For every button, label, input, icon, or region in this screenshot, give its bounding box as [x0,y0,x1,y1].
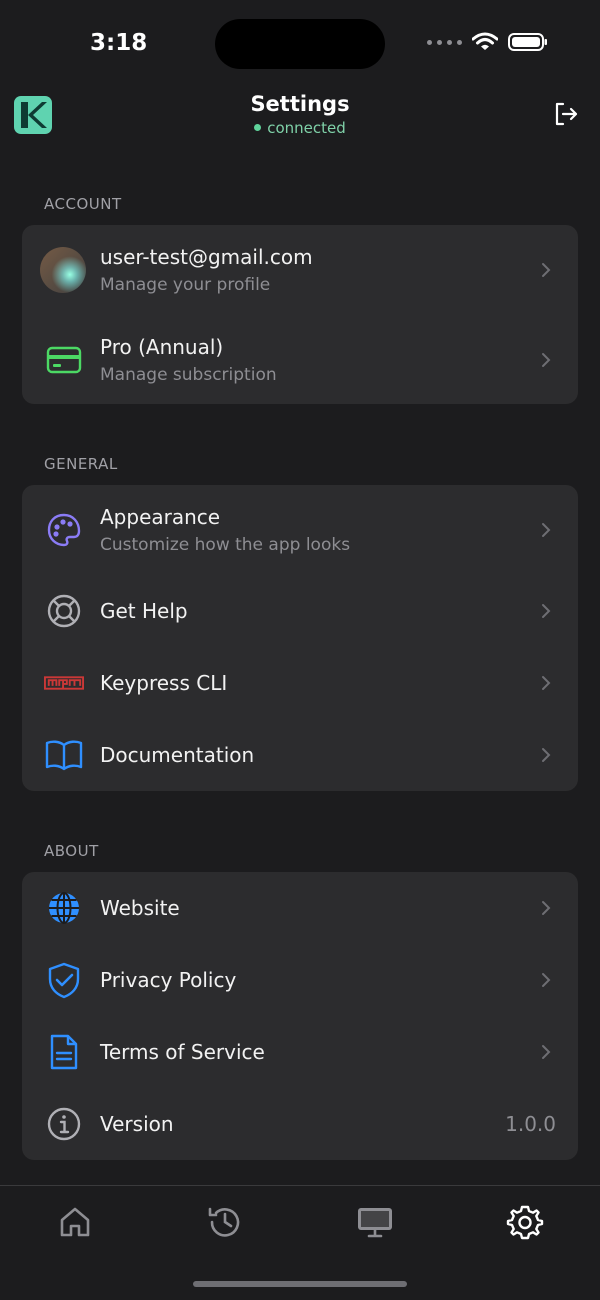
wifi-icon [472,32,498,50]
history-icon[interactable] [205,1202,245,1242]
get-help-row[interactable]: Get Help [22,575,578,647]
account-card: user-test@gmail.com Manage your profile … [22,225,578,404]
version-title: Version [100,1112,174,1136]
avatar [40,247,86,293]
subscription-subtitle: Manage subscription [100,365,277,385]
connection-status: connected [254,119,346,137]
privacy-policy-row[interactable]: Privacy Policy [22,944,578,1016]
globe-icon [44,888,84,928]
home-indicator [193,1281,407,1287]
info-icon [44,1104,84,1144]
keypress-cli-row[interactable]: Keypress CLI [22,647,578,719]
chevron-right-icon [542,901,551,915]
connection-status-label: connected [267,118,346,137]
about-card: Website Privacy Policy Terms of Service … [22,872,578,1160]
signal-icon [427,39,462,45]
logout-icon[interactable] [552,100,580,128]
documentation-title: Documentation [100,743,255,767]
profile-subtitle: Manage your profile [100,275,271,295]
appearance-subtitle: Customize how the app looks [100,535,351,555]
profile-email: user-test@gmail.com [100,245,313,269]
version-value: 1.0.0 [505,1112,556,1136]
lifebuoy-icon [44,591,84,631]
npm-icon [44,663,84,703]
chevron-right-icon [542,676,551,690]
appearance-title: Appearance [100,505,221,529]
status-time: 3:18 [90,30,148,56]
section-label-general: GENERAL [44,455,118,473]
dynamic-island [215,19,385,69]
shield-check-icon [44,960,84,1000]
home-icon[interactable] [55,1202,95,1242]
credit-card-icon [44,340,84,380]
website-title: Website [100,896,180,920]
terms-of-service-title: Terms of Service [100,1040,265,1064]
book-icon [44,735,84,775]
version-row: Version 1.0.0 [22,1088,578,1160]
terms-of-service-row[interactable]: Terms of Service [22,1016,578,1088]
monitor-icon[interactable] [355,1202,395,1242]
navigation-header: Settings connected [0,88,600,144]
general-card: Appearance Customize how the app looks G… [22,485,578,791]
documentation-row[interactable]: Documentation [22,719,578,791]
section-label-about: ABOUT [44,842,99,860]
chevron-right-icon [542,604,551,618]
chevron-right-icon [542,353,551,367]
subscription-row[interactable]: Pro (Annual) Manage subscription [22,315,578,404]
battery-icon [508,33,547,51]
privacy-policy-title: Privacy Policy [100,968,237,992]
palette-icon [44,510,84,550]
appearance-row[interactable]: Appearance Customize how the app looks [22,485,578,575]
document-icon [44,1032,84,1072]
chevron-right-icon [542,263,551,277]
status-bar: 3:18 [0,0,600,88]
status-dot [254,124,262,131]
chevron-right-icon [542,1045,551,1059]
subscription-title: Pro (Annual) [100,335,224,359]
get-help-title: Get Help [100,599,188,623]
status-icons [427,32,548,52]
keypress-cli-title: Keypress CLI [100,671,228,695]
profile-row[interactable]: user-test@gmail.com Manage your profile [22,225,578,315]
chevron-right-icon [542,973,551,987]
page-title: Settings [250,92,350,116]
chevron-right-icon [542,748,551,762]
chevron-right-icon [542,523,551,537]
section-label-account: ACCOUNT [44,195,122,213]
website-row[interactable]: Website [22,872,578,944]
gear-icon[interactable] [505,1202,545,1242]
